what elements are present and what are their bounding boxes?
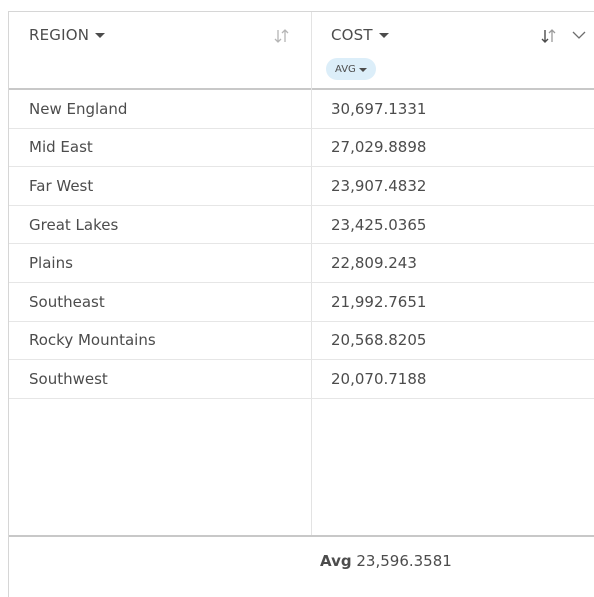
- cost-column-header: COST AVG: [312, 12, 594, 88]
- region-column-label: REGION: [29, 26, 90, 44]
- table-row[interactable]: Plains 22,809.243: [9, 244, 594, 283]
- cost-cell: 21,992.7651: [331, 292, 427, 311]
- caret-down-icon: [378, 33, 389, 38]
- region-cell: Mid East: [29, 138, 93, 157]
- region-cell: Great Lakes: [29, 215, 119, 234]
- table-row[interactable]: Southeast 21,992.7651: [9, 283, 594, 322]
- cost-column-label: COST: [331, 26, 373, 44]
- region-column-header: REGION: [9, 12, 311, 88]
- region-cell: New England: [29, 99, 128, 118]
- aggregation-label: AVG: [335, 63, 356, 75]
- sort-icon[interactable]: [273, 28, 291, 44]
- table-row[interactable]: Far West 23,907.4832: [9, 167, 594, 206]
- summary-label: Avg: [320, 552, 352, 570]
- region-cell: Plains: [29, 254, 73, 273]
- caret-down-icon: [95, 33, 106, 38]
- table-body: New England 30,697.1331 Mid East 27,029.…: [9, 90, 594, 399]
- aggregation-dropdown[interactable]: AVG: [326, 58, 376, 80]
- chevron-down-icon[interactable]: [572, 30, 586, 40]
- table-row[interactable]: Southwest 20,070.7188: [9, 360, 594, 399]
- cost-column-menu[interactable]: COST: [331, 26, 389, 44]
- region-cell: Rocky Mountains: [29, 331, 156, 350]
- summary-statistic: Avg 23,596.3581: [320, 552, 452, 570]
- table-footer: Avg 23,596.3581: [9, 535, 594, 597]
- table-header: REGION COST AVG: [9, 12, 594, 90]
- region-cell: Southeast: [29, 292, 105, 311]
- region-column-menu[interactable]: REGION: [29, 26, 106, 44]
- region-cell: Southwest: [29, 369, 108, 388]
- cost-cell: 23,907.4832: [331, 176, 427, 195]
- cost-cell: 22,809.243: [331, 254, 417, 273]
- cost-cell: 27,029.8898: [331, 138, 427, 157]
- table-row[interactable]: Great Lakes 23,425.0365: [9, 206, 594, 245]
- summary-table: REGION COST AVG New England 30,697.1331 …: [8, 11, 594, 597]
- table-row[interactable]: New England 30,697.1331: [9, 90, 594, 129]
- sort-icon[interactable]: [540, 28, 558, 44]
- table-row[interactable]: Rocky Mountains 20,568.8205: [9, 322, 594, 361]
- cost-cell: 20,568.8205: [331, 331, 427, 350]
- summary-value: 23,596.3581: [356, 552, 452, 570]
- caret-down-icon: [358, 67, 367, 72]
- region-cell: Far West: [29, 176, 94, 195]
- cost-cell: 23,425.0365: [331, 215, 427, 234]
- cost-cell: 30,697.1331: [331, 99, 427, 118]
- cost-cell: 20,070.7188: [331, 369, 427, 388]
- table-row[interactable]: Mid East 27,029.8898: [9, 129, 594, 168]
